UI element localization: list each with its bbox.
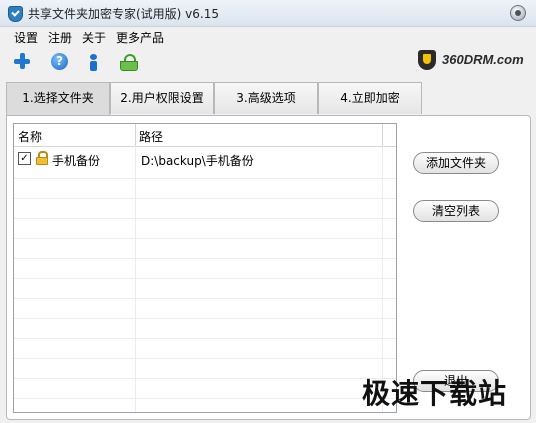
column-separator[interactable] — [135, 124, 136, 146]
watermark-text: 极速下载站 — [362, 377, 508, 410]
grid-line — [14, 178, 396, 179]
logo-shield-icon — [418, 50, 436, 70]
app-shield-icon — [8, 6, 23, 22]
folder-list[interactable]: 名称 路径 ✓ 手机备份 D:\backup\手机备份 — [13, 123, 397, 413]
close-button[interactable] — [510, 5, 526, 21]
menu-about[interactable]: 关于 — [82, 29, 106, 46]
column-separator[interactable] — [382, 124, 383, 146]
grid-line — [14, 258, 396, 259]
title-bar: 共享文件夹加密专家(试用版) v6.15 — [0, 0, 536, 27]
info-icon[interactable] — [83, 51, 105, 73]
menu-more-products[interactable]: 更多产品 — [116, 29, 164, 46]
column-path[interactable]: 路径 — [139, 128, 163, 145]
tab-advanced-options[interactable]: 3.高级选项 — [214, 82, 318, 114]
row-checkbox[interactable]: ✓ — [18, 152, 31, 165]
folder-name: 手机备份 — [52, 154, 101, 168]
menu-settings[interactable]: 设置 — [14, 29, 38, 46]
grid-line — [14, 318, 396, 319]
grid-line — [135, 146, 136, 412]
list-header: 名称 路径 — [14, 124, 396, 147]
grid-line — [14, 198, 396, 199]
grid-line — [14, 298, 396, 299]
tab-encrypt-now[interactable]: 4.立即加密 — [318, 82, 422, 114]
clear-list-button[interactable]: 清空列表 — [413, 200, 499, 222]
grid-line — [14, 378, 396, 379]
tab-select-folder[interactable]: 1.选择文件夹 — [6, 82, 110, 116]
grid-line — [14, 398, 396, 399]
step-tabs: 1.选择文件夹 2.用户权限设置 3.高级选项 4.立即加密 — [6, 82, 426, 116]
help-icon[interactable]: ? — [51, 53, 68, 70]
grid-line — [14, 278, 396, 279]
list-item[interactable]: ✓ 手机备份 D:\backup\手机备份 — [14, 149, 396, 169]
grid-line — [14, 358, 396, 359]
folder-path: D:\backup\手机备份 — [141, 154, 254, 168]
purchase-icon[interactable] — [117, 51, 139, 73]
grid-line — [14, 338, 396, 339]
brand-logo: 360DRM.com — [418, 50, 530, 72]
menu-bar: 设置 注册 关于 更多产品 — [0, 27, 536, 47]
grid-line — [14, 238, 396, 239]
add-folder-button[interactable]: 添加文件夹 — [413, 152, 499, 174]
add-icon[interactable] — [12, 51, 34, 73]
grid-line — [14, 218, 396, 219]
window-title: 共享文件夹加密专家(试用版) v6.15 — [28, 7, 219, 21]
tab-user-permissions[interactable]: 2.用户权限设置 — [110, 82, 214, 114]
lock-icon — [36, 151, 48, 165]
menu-register[interactable]: 注册 — [48, 29, 72, 46]
logo-text: 360DRM.com — [442, 52, 524, 67]
column-name[interactable]: 名称 — [18, 128, 42, 145]
